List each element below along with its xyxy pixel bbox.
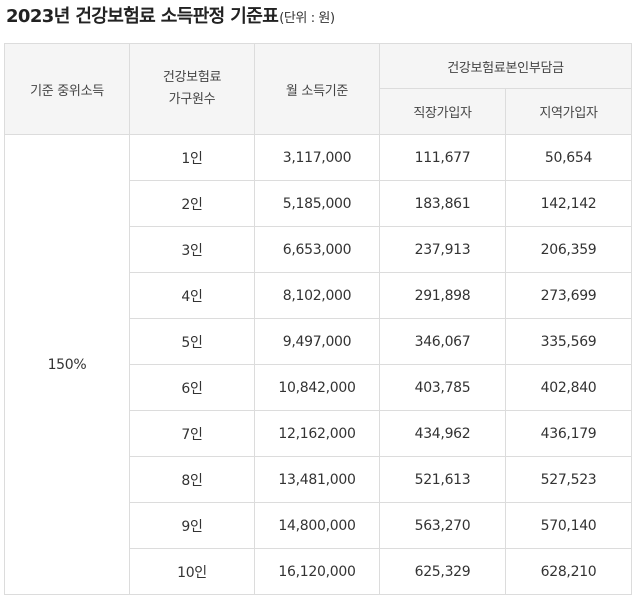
monthly-income-cell: 5,185,000 [254,180,380,227]
regional-premium-cell: 436,179 [504,410,633,457]
household-members-cell: 5인 [129,318,255,365]
employee-premium-cell: 563,270 [379,502,506,549]
monthly-income-cell: 14,800,000 [254,502,380,549]
page-title-area: 2023년 건강보험료 소득판정 기준표 (단위 : 원) [6,4,335,34]
unit-note: (단위 : 원) [279,11,335,26]
regional-premium-cell: 50,654 [504,134,633,181]
header-median-income: 기준 중위소득 [4,43,130,135]
employee-premium-cell: 625,329 [379,548,506,595]
header-row: 기준 중위소득 건강보험료 가구원수 월 소득기준 건강보험료본인부담금 [4,43,633,135]
table-row: 150% 1인 3,117,000 111,677 50,654 [4,134,633,595]
employee-premium-cell: 434,962 [379,410,506,457]
regional-premium-cell: 628,210 [504,548,633,595]
regional-premium-cell: 273,699 [504,272,633,319]
household-members-cell: 2인 [129,180,255,227]
regional-premium-cell: 402,840 [504,364,633,411]
monthly-income-cell: 8,102,000 [254,272,380,319]
household-members-cell: 10인 [129,548,255,595]
monthly-income-cell: 16,120,000 [254,548,380,595]
regional-premium-cell: 570,140 [504,502,633,549]
monthly-income-cell: 12,162,000 [254,410,380,457]
monthly-income-cell: 10,842,000 [254,364,380,411]
page-title-text: 2023년 건강보험료 소득판정 기준표 [6,6,279,27]
header-employee: 직장가입자 [379,88,506,135]
employee-premium-cell: 183,861 [379,180,506,227]
household-members-cell: 7인 [129,410,255,457]
employee-premium-cell: 237,913 [379,226,506,273]
monthly-income-cell: 13,481,000 [254,456,380,503]
household-members-cell: 6인 [129,364,255,411]
median-income-cell: 150% [4,134,130,595]
household-members-cell: 4인 [129,272,255,319]
regional-premium-cell: 527,523 [504,456,633,503]
monthly-income-cell: 9,497,000 [254,318,380,365]
table-body: 150% 1인 3,117,000 111,677 50,654 2인 5,185,000 1… [4,134,633,595]
header-monthly-income: 월 소득기준 [254,43,380,135]
household-members-cell: 3인 [129,226,255,273]
employee-premium-cell: 346,067 [379,318,506,365]
header-household-line2: 가구원수 [168,92,216,107]
regional-premium-cell: 206,359 [504,226,633,273]
header-regional: 지역가입자 [504,88,633,135]
household-members-cell: 9인 [129,502,255,549]
monthly-income-cell: 3,117,000 [254,134,380,181]
page-title: 2023년 건강보험료 소득판정 기준표 [6,4,279,30]
household-members-cell: 1인 [129,134,255,181]
regional-premium-cell: 142,142 [504,180,633,227]
employee-premium-cell: 111,677 [379,134,506,181]
header-household-line1: 건강보험료 [162,70,222,85]
income-criteria-table: 기준 중위소득 건강보험료 가구원수 월 소득기준 건강보험료본인부담금 직장가… [4,43,633,595]
monthly-income-cell: 6,653,000 [254,226,380,273]
household-members-cell: 8인 [129,456,255,503]
header-household-members: 건강보험료 가구원수 [129,43,255,135]
employee-premium-cell: 291,898 [379,272,506,319]
employee-premium-cell: 521,613 [379,456,506,503]
employee-premium-cell: 403,785 [379,364,506,411]
regional-premium-cell: 335,569 [504,318,633,365]
header-premium-group: 건강보험료본인부담금 [378,43,633,89]
